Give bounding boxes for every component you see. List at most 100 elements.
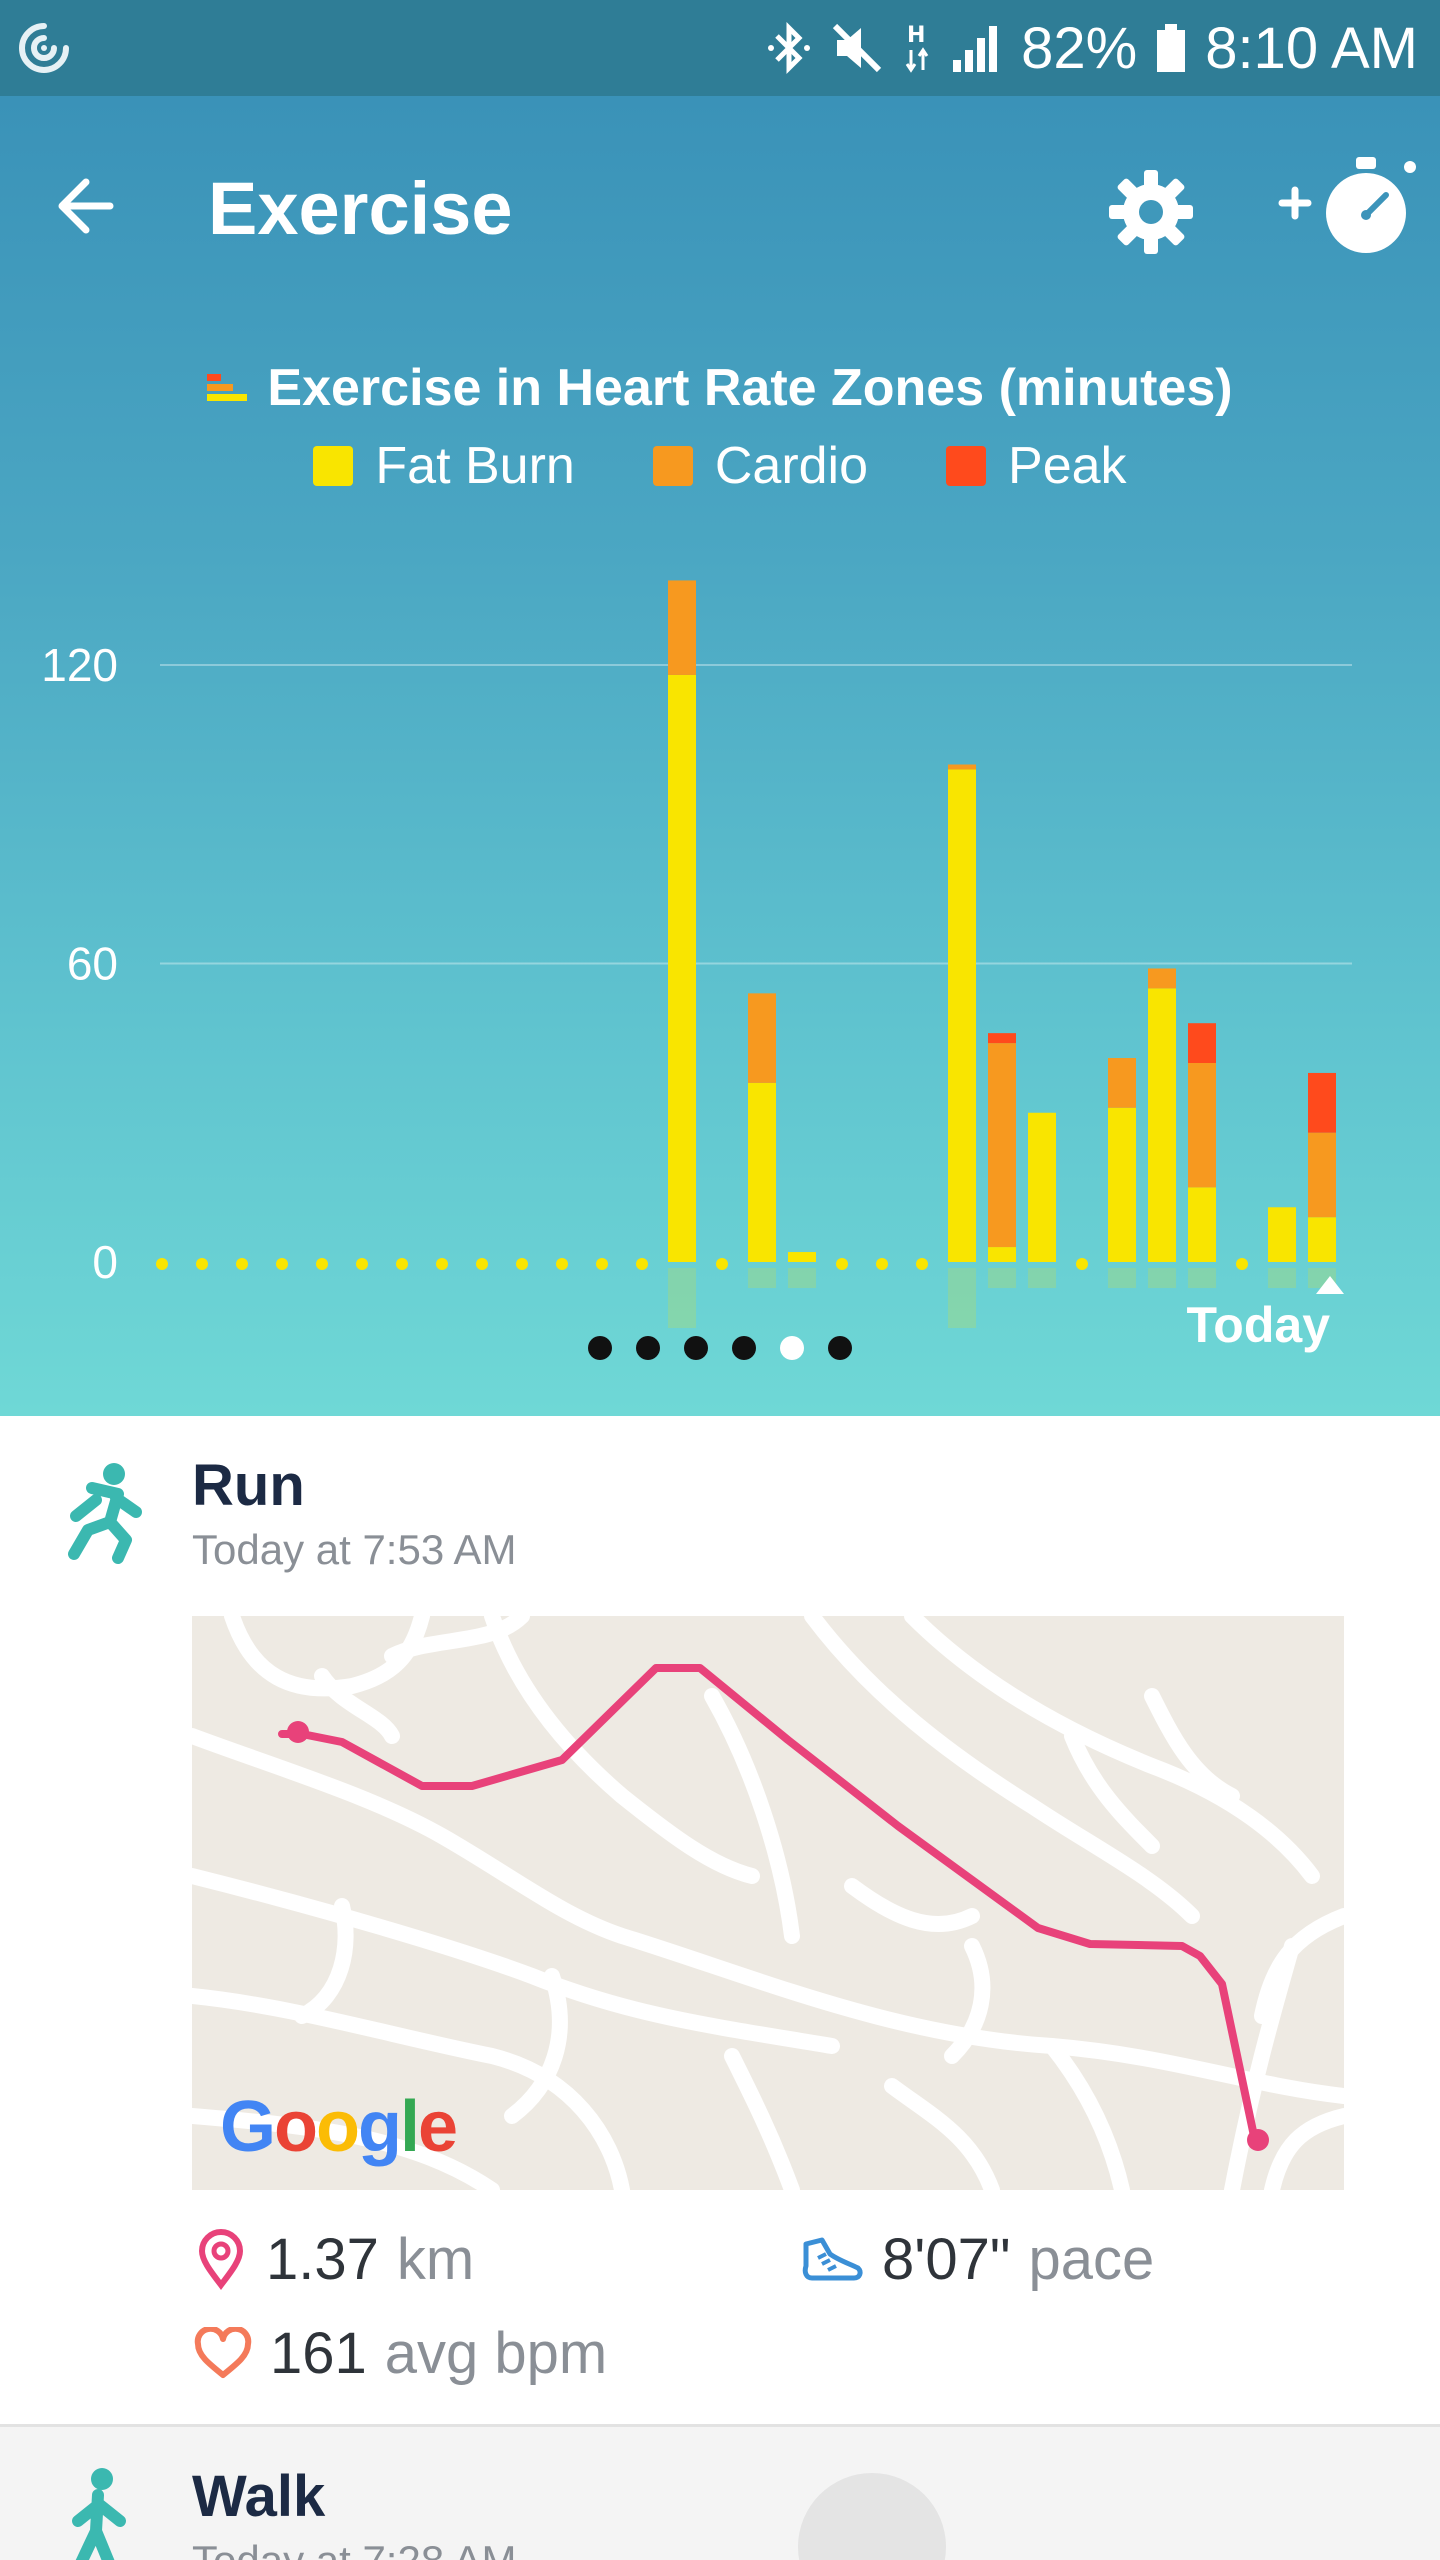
bar-reflection — [1028, 1268, 1056, 1288]
bluetooth-icon — [768, 21, 811, 75]
bar-reflection — [988, 1268, 1016, 1288]
bar-segment-peak[interactable] — [1188, 1023, 1216, 1063]
bar-segment-peak[interactable] — [988, 1033, 1016, 1044]
bar-reflection — [948, 1268, 976, 1328]
zero-day-dot — [636, 1258, 648, 1270]
run-heart-rate: 161 avg bpm — [194, 2320, 607, 2387]
bar-segment-cardio[interactable] — [948, 764, 976, 770]
signal-icon — [953, 26, 998, 72]
pager-dot[interactable] — [636, 1336, 660, 1360]
distance-value: 1.37 — [266, 2227, 379, 2292]
run-route-line — [278, 1664, 1258, 2140]
walk-activity-card[interactable]: Walk Today at 7:28 AM — [0, 2424, 1440, 2560]
bar-segment-fat-burn[interactable] — [948, 769, 976, 1262]
zero-day-dot — [596, 1258, 608, 1270]
exercise-zones-chart[interactable]: 120600Today — [0, 96, 1440, 1416]
bar-segment-cardio[interactable] — [748, 993, 776, 1083]
zero-day-dot — [276, 1258, 288, 1270]
bar-segment-cardio[interactable] — [988, 1043, 1016, 1248]
zero-day-dot — [916, 1258, 928, 1270]
heart-icon — [194, 2326, 252, 2378]
walk-map-thumbnail — [798, 2473, 946, 2560]
svg-text:H: H — [907, 23, 925, 48]
battery-icon — [1157, 24, 1186, 72]
zero-day-dot — [716, 1258, 728, 1270]
zero-day-dot — [556, 1258, 568, 1270]
battery-percent: 82% — [1021, 15, 1138, 81]
google-logo-letter: G — [220, 2087, 276, 2167]
bar-segment-fat-burn[interactable] — [788, 1252, 816, 1262]
walk-time: Today at 7:28 AM — [192, 2537, 517, 2560]
bar-segment-fat-burn[interactable] — [1148, 988, 1176, 1262]
pager-dot[interactable] — [828, 1336, 852, 1360]
bar-segment-cardio[interactable] — [1148, 968, 1176, 989]
bar-segment-cardio[interactable] — [668, 580, 696, 675]
bar-reflection — [748, 1268, 776, 1288]
zero-day-dot — [436, 1258, 448, 1270]
bar-segment-fat-burn[interactable] — [748, 1082, 776, 1262]
run-title: Run — [192, 1453, 305, 1518]
pager-dot[interactable] — [732, 1336, 756, 1360]
app-icon — [19, 23, 69, 73]
bar-segment-fat-burn[interactable] — [668, 674, 696, 1262]
running-person-icon — [68, 1463, 142, 1564]
bar-segment-fat-burn[interactable] — [1108, 1107, 1136, 1262]
bar-reflection — [1108, 1268, 1136, 1288]
google-logo-letter: o — [316, 2087, 360, 2167]
chart-pager — [0, 1336, 1440, 1360]
hr-value: 161 — [270, 2321, 367, 2386]
zero-day-dot — [476, 1258, 488, 1270]
bar-reflection — [1148, 1268, 1176, 1288]
mute-icon — [832, 23, 882, 73]
google-logo-letter: e — [417, 2087, 458, 2167]
pace-value: 8'07" — [882, 2227, 1011, 2292]
location-pin-icon — [198, 2228, 244, 2290]
zero-day-dot — [1076, 1258, 1088, 1270]
exercise-header: Exercise Exercise in Heart Rate Zones (m… — [0, 96, 1440, 1416]
zero-day-dot — [236, 1258, 248, 1270]
hr-unit: avg bpm — [384, 2321, 608, 2386]
y-tick-label: 60 — [67, 938, 118, 990]
google-logo-letter: g — [357, 2087, 402, 2167]
zero-day-dot — [356, 1258, 368, 1270]
bar-segment-fat-burn[interactable] — [1188, 1187, 1216, 1262]
pager-dot[interactable] — [780, 1336, 804, 1360]
pager-dot[interactable] — [588, 1336, 612, 1360]
bar-segment-cardio[interactable] — [1188, 1063, 1216, 1188]
status-bar: H 82% 8:10 AM — [0, 0, 1440, 96]
google-logo-letter: l — [399, 2087, 420, 2167]
bar-segment-peak[interactable] — [1308, 1072, 1336, 1133]
bar-segment-fat-burn[interactable] — [988, 1247, 1016, 1262]
zero-day-dot — [836, 1258, 848, 1270]
zero-day-dot — [156, 1258, 168, 1270]
walking-person-icon — [72, 2468, 126, 2560]
pace-unit: pace — [1028, 2227, 1155, 2292]
zero-day-dot — [316, 1258, 328, 1270]
zero-day-dot — [1236, 1258, 1248, 1270]
route-start-marker — [287, 1721, 309, 1743]
shoe-icon — [802, 2237, 863, 2280]
run-pace: 8'07" pace — [800, 2226, 1154, 2293]
run-route-map[interactable]: Google — [192, 1616, 1344, 2190]
bar-segment-fat-burn[interactable] — [1028, 1112, 1056, 1262]
y-tick-label: 120 — [41, 639, 118, 691]
distance-unit: km — [396, 2227, 475, 2292]
bar-reflection — [668, 1268, 696, 1328]
zero-day-dot — [396, 1258, 408, 1270]
bar-reflection — [788, 1268, 816, 1288]
zero-day-dot — [876, 1258, 888, 1270]
run-time: Today at 7:53 AM — [192, 1526, 517, 1573]
bar-reflection — [1188, 1268, 1216, 1288]
zero-day-dot — [516, 1258, 528, 1270]
bar-segment-fat-burn[interactable] — [1268, 1207, 1296, 1262]
pager-dot[interactable] — [684, 1336, 708, 1360]
google-logo: Google — [220, 2086, 458, 2168]
status-time: 8:10 AM — [1205, 15, 1418, 81]
bar-reflection — [1268, 1268, 1296, 1288]
zero-day-dot — [196, 1258, 208, 1270]
bar-segment-fat-burn[interactable] — [1308, 1217, 1336, 1262]
google-logo-letter: o — [274, 2087, 318, 2167]
hspa-icon: H — [905, 23, 929, 73]
bar-segment-cardio[interactable] — [1108, 1058, 1136, 1108]
bar-segment-cardio[interactable] — [1308, 1132, 1336, 1218]
